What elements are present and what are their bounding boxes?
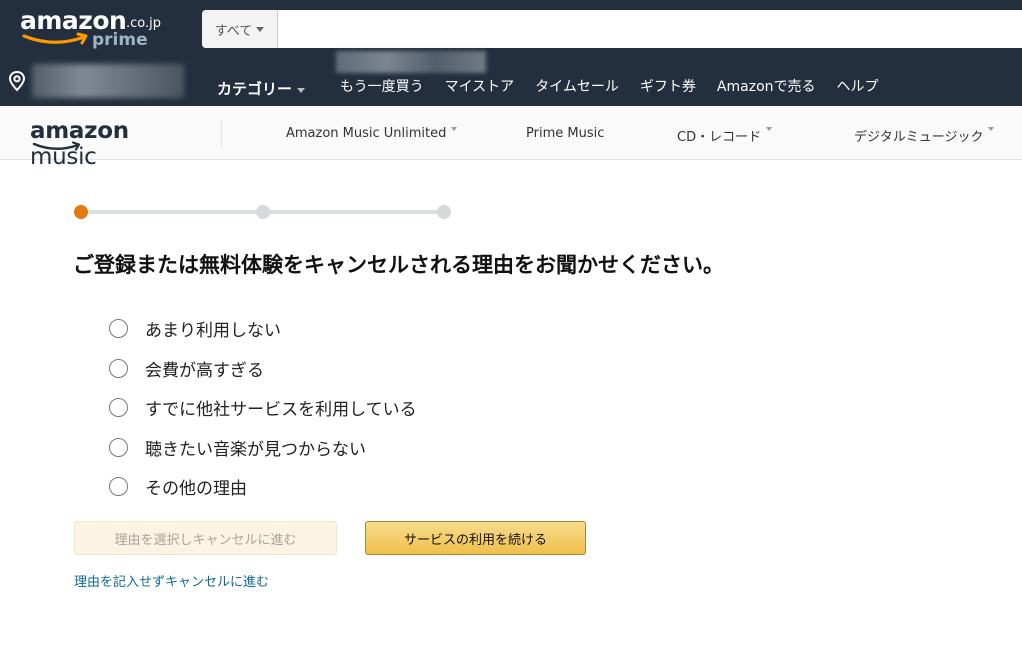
- nav-link-help[interactable]: ヘルプ: [837, 76, 879, 96]
- chevron-down-icon: [256, 26, 265, 32]
- header-nav-links: もう一度買う マイストア タイムセール ギフト券 Amazonで売る ヘルプ: [340, 76, 900, 96]
- step-dot-3: [437, 205, 451, 219]
- music-nav-label: デジタルミュージック: [854, 130, 984, 145]
- nav-link-gift-card[interactable]: ギフト券: [640, 76, 696, 96]
- radio-button[interactable]: [109, 358, 128, 378]
- nav-link-time-sale[interactable]: タイムセール: [535, 76, 619, 96]
- smile-arrow-icon: [22, 32, 88, 45]
- location-pin-icon[interactable]: [6, 70, 28, 92]
- chevron-down-icon: [451, 127, 458, 131]
- reason-options: あまり利用しない 会費が高すぎる すでに他社サービスを利用している 聴きたい音楽…: [109, 309, 417, 507]
- redacted-delivery-address[interactable]: [32, 64, 184, 98]
- music-nav-digital-music[interactable]: デジタルミュージック: [854, 126, 995, 145]
- reason-option-label: すでに他社サービスを利用している: [145, 400, 417, 421]
- reason-option[interactable]: 会費が高すぎる: [109, 349, 417, 389]
- reason-option[interactable]: 聴きたい音楽が見つからない: [109, 428, 417, 468]
- logo-tld-text: .co.jp: [126, 16, 162, 31]
- reason-option[interactable]: あまり利用しない: [109, 309, 417, 349]
- radio-button[interactable]: [109, 437, 128, 457]
- amazon-prime-logo[interactable]: amazon .co.jp prime: [20, 6, 170, 52]
- reason-option[interactable]: その他の理由: [109, 467, 417, 507]
- top-header: amazon .co.jp prime すべて カテゴリー もう一度買う マイス…: [0, 0, 1022, 106]
- radio-button[interactable]: [109, 398, 128, 418]
- reason-option-label: 会費が高すぎる: [145, 360, 264, 381]
- nav-link-buy-again[interactable]: もう一度買う: [340, 76, 424, 96]
- amazon-music-logo[interactable]: amazon music: [30, 116, 190, 170]
- nav-link-sell-on-amazon[interactable]: Amazonで売る: [717, 76, 816, 96]
- search-category-label: すべて: [214, 23, 253, 39]
- proceed-cancel-button[interactable]: 理由を選択しキャンセルに進む: [74, 521, 337, 555]
- category-menu-label: カテゴリー: [217, 80, 293, 98]
- reason-option-label: その他の理由: [145, 479, 247, 500]
- chevron-down-icon: [988, 127, 995, 131]
- redacted-greeting: [336, 51, 486, 73]
- step-dot-1: [74, 205, 88, 219]
- divider: [221, 120, 222, 148]
- page-title: ご登録または無料体験をキャンセルされる理由をお聞かせください。: [73, 253, 724, 277]
- skip-reason-cancel-link[interactable]: 理由を記入せずキャンセルに進む: [74, 571, 269, 590]
- search-category-dropdown[interactable]: すべて: [202, 10, 278, 48]
- reason-option-label: 聴きたい音楽が見つからない: [145, 439, 366, 460]
- search-input[interactable]: [279, 10, 1022, 48]
- step-dot-2: [256, 205, 270, 219]
- continue-service-button[interactable]: サービスの利用を続ける: [365, 521, 586, 555]
- progress-stepper: [74, 205, 454, 219]
- music-nav-prime-music[interactable]: Prime Music: [526, 126, 604, 141]
- search-bar: すべて: [202, 10, 1022, 48]
- logo-prime-text: prime: [92, 30, 148, 50]
- music-nav-unlimited[interactable]: Amazon Music Unlimited: [286, 126, 458, 141]
- chevron-down-icon: [297, 88, 306, 93]
- music-nav-label: Prime Music: [526, 126, 605, 141]
- radio-button[interactable]: [109, 319, 128, 339]
- music-nav-label: Amazon Music Unlimited: [286, 126, 447, 141]
- category-menu[interactable]: カテゴリー: [217, 78, 306, 99]
- music-nav-cd-records[interactable]: CD・レコード: [677, 126, 773, 145]
- nav-link-my-store[interactable]: マイストア: [445, 76, 515, 96]
- chevron-down-icon: [766, 127, 773, 131]
- music-header: amazon music Amazon Music Unlimited Prim…: [0, 106, 1022, 170]
- reason-option-label: あまり利用しない: [145, 321, 281, 342]
- smile-arrow-icon: [32, 141, 81, 151]
- reason-option[interactable]: すでに他社サービスを利用している: [109, 388, 417, 428]
- radio-button[interactable]: [109, 477, 128, 497]
- music-nav-label: CD・レコード: [677, 130, 762, 145]
